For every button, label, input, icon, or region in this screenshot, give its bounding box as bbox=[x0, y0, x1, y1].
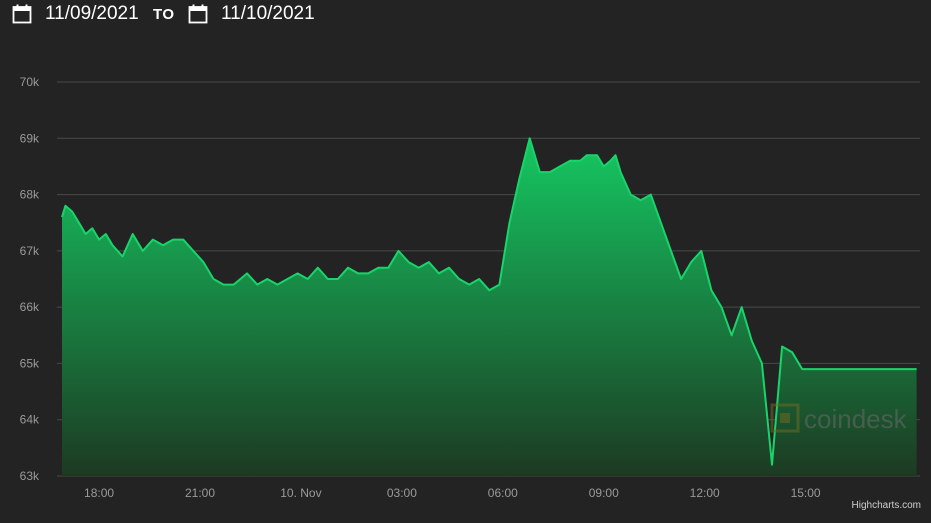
x-tick-label: 09:00 bbox=[589, 486, 619, 500]
highcharts-credits[interactable]: Highcharts.com bbox=[852, 500, 921, 511]
x-tick-label: 03:00 bbox=[387, 486, 417, 500]
watermark-text: coindesk bbox=[804, 404, 908, 434]
y-tick-label: 66k bbox=[20, 300, 40, 314]
x-tick-label: 15:00 bbox=[791, 486, 821, 500]
y-tick-label: 67k bbox=[20, 244, 40, 258]
price-chart: 63k 64k 65k 66k 67k 68k 69k 70k 18:00 21:00 10. N… bbox=[20, 75, 920, 500]
y-axis: 63k 64k 65k 66k 67k 68k 69k 70k bbox=[20, 75, 40, 483]
x-tick-label: 18:00 bbox=[84, 486, 114, 500]
x-axis: 18:00 21:00 10. Nov 03:00 06:00 09:00 12:00 15:… bbox=[84, 486, 821, 500]
x-tick-label: 21:00 bbox=[185, 486, 215, 500]
y-tick-label: 63k bbox=[20, 469, 40, 483]
x-tick-label: 10. Nov bbox=[280, 486, 321, 500]
y-tick-label: 68k bbox=[20, 188, 40, 202]
y-tick-label: 70k bbox=[20, 75, 40, 89]
y-tick-label: 69k bbox=[20, 131, 40, 145]
x-tick-label: 12:00 bbox=[690, 486, 720, 500]
x-tick-label: 06:00 bbox=[488, 486, 518, 500]
y-tick-label: 65k bbox=[20, 356, 40, 370]
y-tick-label: 64k bbox=[20, 413, 40, 427]
